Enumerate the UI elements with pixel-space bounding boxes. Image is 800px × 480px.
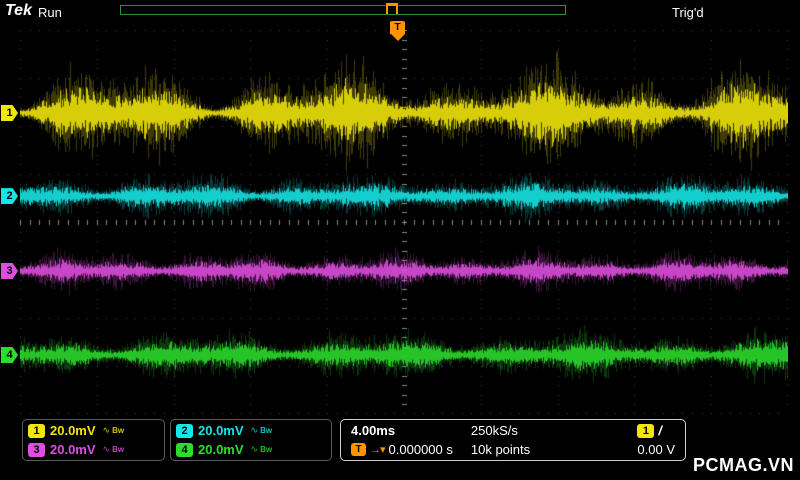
ch1-ch3-readout-box: 1 20.0mV ∿ Bw 3 20.0mV ∿ Bw: [22, 419, 165, 461]
ch1-bandwidth-icon: Bw: [112, 426, 125, 435]
trigger-arrow-icon: →▾: [370, 444, 386, 456]
trigger-position-readout[interactable]: T →▾ 0.000000 s: [351, 441, 453, 458]
trigger-source-readout[interactable]: 1 /: [637, 422, 675, 439]
trigger-slope-icon: /: [658, 423, 663, 438]
ch3-bandwidth-icon: Bw: [112, 445, 125, 454]
ch1-scale[interactable]: 20.0mV: [50, 423, 96, 438]
ch3-marker[interactable]: 3: [1, 262, 18, 279]
record-view-bar: [120, 3, 566, 15]
trigger-position-marker[interactable]: T: [390, 21, 405, 41]
ch1-marker[interactable]: 1: [1, 105, 18, 122]
oscilloscope-screen: Tek Run Trig'd T 1 2 3 4 1 20.0mV ∿ Bw 3 …: [0, 0, 800, 480]
timebase-column: 4.00ms T →▾ 0.000000 s: [351, 422, 453, 458]
record-trigger-position-icon: [386, 3, 398, 14]
ch2-readout[interactable]: 2 20.0mV ∿ Bw: [176, 422, 326, 439]
acquisition-column: 250kS/s 10k points: [471, 422, 530, 458]
trigger-column: 1 / 0.00 V: [637, 422, 675, 458]
ch4-coupling-icon: ∿: [250, 444, 259, 454]
ch2-coupling-icon: ∿: [250, 425, 259, 435]
ch3-coupling-icons: ∿ Bw: [103, 444, 125, 455]
ch2-ch4-readout-box: 2 20.0mV ∿ Bw 4 20.0mV ∿ Bw: [170, 419, 332, 461]
waveform-display-canvas: [20, 30, 788, 414]
ch2-marker[interactable]: 2: [1, 188, 18, 205]
ch1-readout[interactable]: 1 20.0mV ∿ Bw: [28, 422, 159, 439]
timebase-scale[interactable]: 4.00ms: [351, 423, 395, 438]
watermark: PCMAG.VN: [692, 455, 794, 475]
ch2-coupling-icons: ∿ Bw: [251, 425, 273, 436]
ch3-scale[interactable]: 20.0mV: [50, 442, 96, 457]
trigger-position: 0.000000 s: [388, 442, 453, 457]
ch1-coupling-icons: ∿ Bw: [103, 425, 125, 436]
sample-rate: 250kS/s: [470, 423, 518, 438]
trigger-status: Trig'd: [672, 5, 704, 20]
ch2-bandwidth-icon: Bw: [260, 426, 273, 435]
trigger-level[interactable]: 0.00 V: [637, 442, 675, 457]
ch4-scale[interactable]: 20.0mV: [198, 442, 244, 457]
ch3-coupling-icon: ∿: [102, 444, 111, 454]
trigger-source-badge: 1: [637, 423, 655, 438]
timebase-trigger-readout-box: 4.00ms T →▾ 0.000000 s 250kS/s 10k point…: [340, 419, 686, 461]
ch1-badge[interactable]: 1: [28, 423, 45, 438]
tek-logo: Tek: [5, 2, 32, 19]
ch4-badge[interactable]: 4: [176, 442, 193, 457]
trigger-flag-arrow-icon: [390, 34, 405, 41]
ch4-marker[interactable]: 4: [1, 346, 18, 363]
ch4-readout[interactable]: 4 20.0mV ∿ Bw: [176, 441, 326, 458]
ch1-coupling-icon: ∿: [102, 425, 111, 435]
record-length: 10k points: [470, 442, 531, 457]
acquisition-status: Run: [38, 5, 62, 20]
ch4-bandwidth-icon: Bw: [260, 445, 273, 454]
ch3-badge[interactable]: 3: [28, 442, 45, 457]
trigger-badge: T: [351, 443, 366, 456]
ch4-coupling-icons: ∿ Bw: [251, 444, 273, 455]
trigger-flag-icon: T: [390, 21, 405, 34]
ch2-badge[interactable]: 2: [176, 423, 193, 438]
ch2-scale[interactable]: 20.0mV: [198, 423, 244, 438]
ch3-readout[interactable]: 3 20.0mV ∿ Bw: [28, 441, 159, 458]
